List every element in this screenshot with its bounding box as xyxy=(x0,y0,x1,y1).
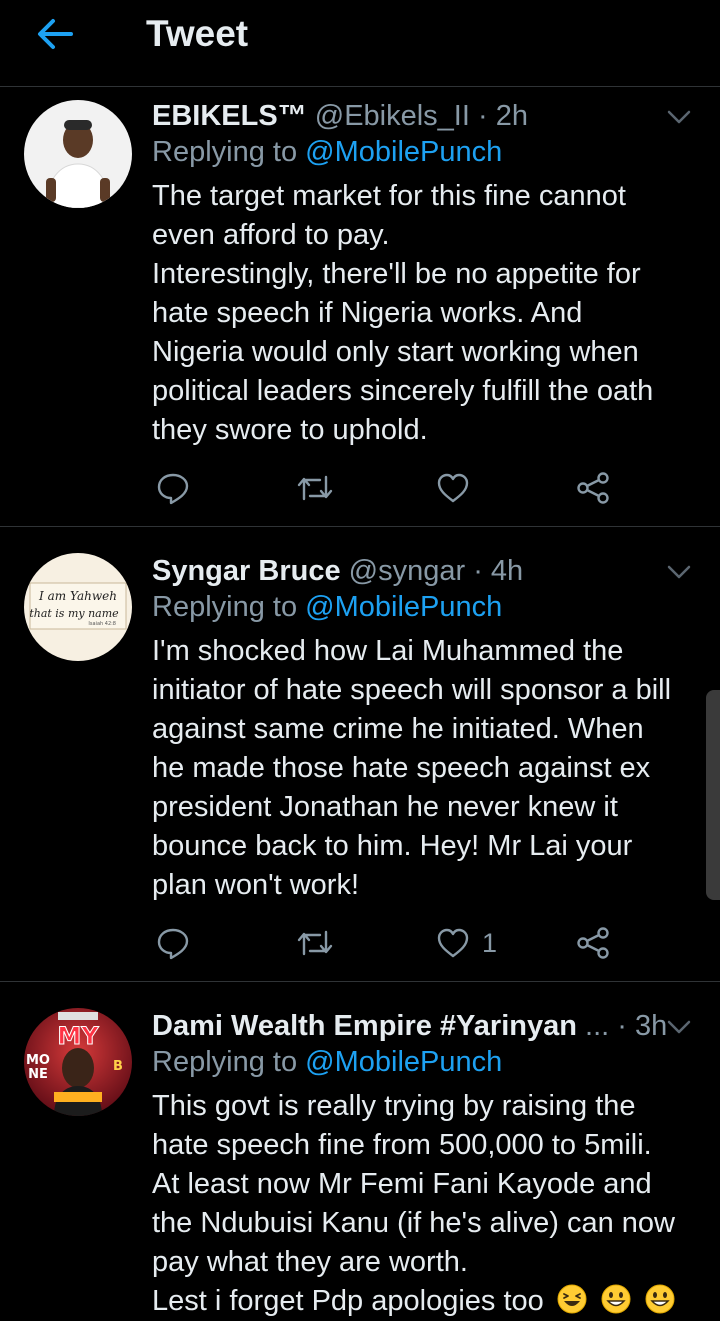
timestamp[interactable]: 2h xyxy=(496,100,528,132)
separator-dot: · xyxy=(477,100,488,132)
share-icon xyxy=(577,472,609,504)
tweet-text-line: Lest i forget Pdp apologies too xyxy=(152,1285,544,1317)
reply-button[interactable] xyxy=(156,921,190,965)
tweet-text-line: hate speech if Nigeria works. And xyxy=(152,297,583,329)
tweet-text-line: plan won't work! xyxy=(152,869,360,901)
tweet-header: EBIKELS™ @Ebikels_II · 2h xyxy=(152,96,672,136)
timestamp[interactable]: 4h xyxy=(491,555,523,587)
mention-link[interactable]: @MobilePunch xyxy=(305,591,502,623)
tweet-text-line: Nigeria would only start working when xyxy=(152,336,639,368)
svg-text:NE: NE xyxy=(28,1067,48,1082)
tweet-text: The target market for this fine cannot e… xyxy=(152,177,700,450)
replying-label: Replying to xyxy=(152,591,298,623)
grinning-emoji-icon xyxy=(601,1284,631,1314)
tweet-2[interactable]: I am Yahweh that is my name Isaiah 42:8 … xyxy=(0,551,720,982)
replying-to: Replying to @MobilePunch xyxy=(152,1042,502,1082)
share-button[interactable] xyxy=(576,921,610,965)
tweet-header: Dami Wealth Empire #Yarinyan ... · 3h xyxy=(152,1006,672,1046)
like-button[interactable] xyxy=(436,466,470,510)
retweet-button[interactable] xyxy=(296,466,334,510)
timestamp[interactable]: 3h xyxy=(635,1010,667,1042)
tweet-text-line: initiator of hate speech will sponsor a … xyxy=(152,674,672,706)
replying-label: Replying to xyxy=(152,1046,298,1078)
avatar-text: that is my name xyxy=(29,607,119,620)
grinning-emoji-icon xyxy=(645,1284,675,1314)
back-button[interactable] xyxy=(30,12,80,56)
tweet-text-line: the Ndubuisi Kanu (if he's alive) can no… xyxy=(152,1207,675,1239)
tweet-actions: 1 xyxy=(152,921,672,965)
display-name[interactable]: Syngar Bruce xyxy=(152,555,341,587)
reply-icon xyxy=(157,928,189,960)
chevron-down-icon[interactable] xyxy=(666,1014,692,1040)
display-name[interactable]: Dami Wealth Empire #Yarinyan xyxy=(152,1010,577,1042)
user-handle[interactable]: @Ebikels_II xyxy=(315,100,470,132)
heart-icon xyxy=(437,928,469,958)
svg-text:MO: MO xyxy=(26,1053,50,1068)
separator-dot: · xyxy=(473,555,483,587)
tweet-text-line: The target market for this fine cannot xyxy=(152,180,626,212)
retweet-button[interactable] xyxy=(296,921,334,965)
svg-text:MY: MY xyxy=(57,1022,99,1050)
scrollbar-thumb[interactable] xyxy=(706,690,720,900)
tweet-3[interactable]: MY MO NE B Dami Wealth Empire #Yarinyan … xyxy=(0,1006,720,1318)
tweet-text-line: he made those hate speech against ex xyxy=(152,752,651,784)
avatar[interactable] xyxy=(24,100,132,208)
tweet-header: Syngar Bruce @syngar · 4h xyxy=(152,551,672,591)
mention-link[interactable]: @MobilePunch xyxy=(305,136,502,168)
share-button[interactable] xyxy=(576,466,610,510)
page-title: Tweet xyxy=(146,13,249,54)
laughing-emoji-icon xyxy=(557,1284,587,1314)
tweet-text-line: pay what they are worth. xyxy=(152,1246,468,1278)
arrow-left-icon xyxy=(38,19,73,49)
like-button[interactable]: 1 xyxy=(436,921,497,965)
tweet-text-line: political leaders sincerely fulfill the … xyxy=(152,375,654,407)
chevron-down-icon[interactable] xyxy=(666,559,692,585)
user-handle[interactable]: ... xyxy=(585,1010,609,1042)
reply-button[interactable] xyxy=(156,466,190,510)
share-icon xyxy=(577,927,609,959)
tweet-text-line-with-emoji: Lest i forget Pdp apologies too xyxy=(152,1282,700,1321)
replying-to: Replying to @MobilePunch xyxy=(152,132,502,172)
tweet-text-line: This govt is really trying by raising th… xyxy=(152,1090,636,1122)
tweet-text-line: bounce back to him. Hey! Mr Lai your xyxy=(152,830,633,862)
replying-to: Replying to @MobilePunch xyxy=(152,587,502,627)
tweet-text-line: I'm shocked how Lai Muhammed the xyxy=(152,635,624,667)
display-name[interactable]: EBIKELS™ xyxy=(152,100,307,132)
avatar-text: I am Yahweh xyxy=(38,589,117,603)
tweet-1[interactable]: EBIKELS™ @Ebikels_II · 2h Replying to @M… xyxy=(0,96,720,527)
tweet-text-line: At least now Mr Femi Fani Kayode and xyxy=(152,1168,652,1200)
tweet-text: I'm shocked how Lai Muhammed the initiat… xyxy=(152,632,700,905)
tweet-text-line: against same crime he initiated. When xyxy=(152,713,644,745)
avatar-text: Isaiah 42:8 xyxy=(88,621,116,627)
chevron-down-icon[interactable] xyxy=(666,104,692,130)
tweet-actions xyxy=(152,466,672,510)
tweet-text-line: Interestingly, there'll be no appetite f… xyxy=(152,258,641,290)
tweet-text-line: president Jonathan he never knew it xyxy=(152,791,618,823)
tweet-text-line: hate speech fine from 500,000 to 5mili. xyxy=(152,1129,652,1161)
like-count: 1 xyxy=(482,927,498,958)
heart-icon xyxy=(437,473,469,503)
tweet-text: This govt is really trying by raising th… xyxy=(152,1087,700,1321)
avatar[interactable]: MY MO NE B xyxy=(24,1008,132,1116)
retweet-icon xyxy=(297,930,333,956)
svg-text:B: B xyxy=(113,1059,123,1074)
mention-link[interactable]: @MobilePunch xyxy=(305,1046,502,1078)
top-app-bar: Tweet xyxy=(0,0,720,87)
reply-icon xyxy=(157,473,189,505)
separator-dot: · xyxy=(617,1010,627,1042)
replying-label: Replying to xyxy=(152,136,298,168)
user-handle[interactable]: @syngar xyxy=(349,555,465,587)
tweet-text-line: even afford to pay. xyxy=(152,219,390,251)
tweet-text-line: they swore to uphold. xyxy=(152,414,428,446)
avatar[interactable]: I am Yahweh that is my name Isaiah 42:8 xyxy=(24,553,132,661)
retweet-icon xyxy=(297,475,333,501)
